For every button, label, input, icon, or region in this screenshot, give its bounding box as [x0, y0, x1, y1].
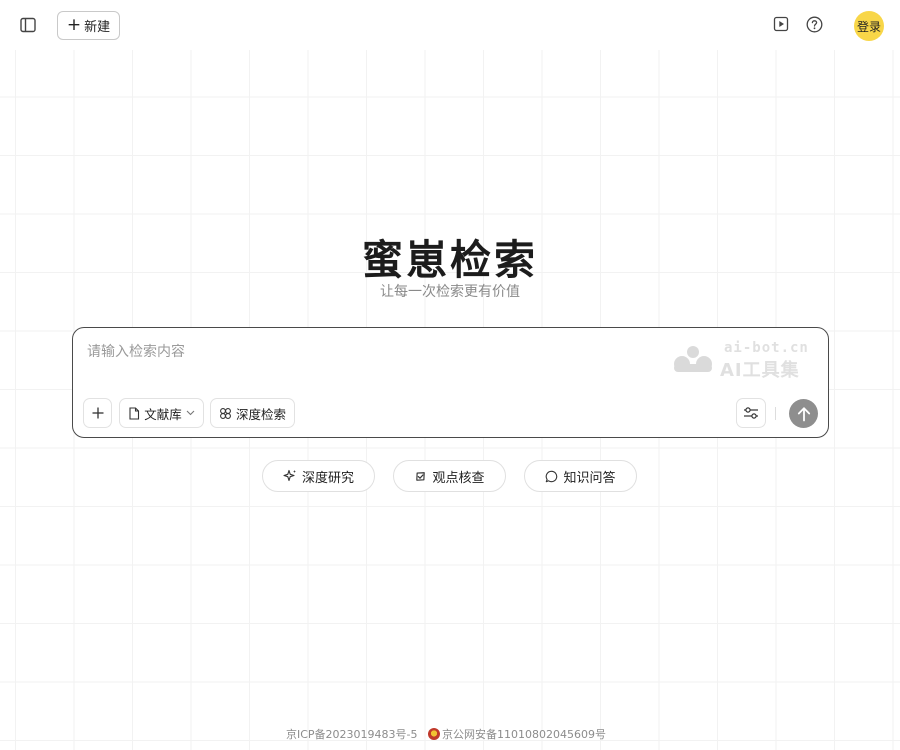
library-label: 文献库	[144, 406, 182, 422]
document-icon	[129, 406, 140, 420]
police-record-link[interactable]: 京公网安备11010802045609号	[428, 726, 606, 742]
new-button[interactable]: + 新建	[57, 11, 120, 40]
settings-button[interactable]	[736, 398, 766, 428]
login-avatar-button[interactable]: 登录	[854, 11, 884, 41]
suggestion-label: 知识问答	[563, 470, 616, 486]
sidebar-toggle-icon[interactable]	[18, 15, 38, 35]
sparkle-icon	[283, 469, 296, 482]
watermark-url: ai-bot.cn	[724, 340, 809, 356]
help-icon[interactable]	[805, 15, 823, 33]
deep-search-toggle[interactable]: 深度检索	[210, 398, 295, 428]
watermark: ai-bot.cn AI工具集	[670, 340, 820, 381]
play-video-icon[interactable]	[772, 15, 790, 33]
icp-record-link[interactable]: 京ICP备2023019483号-5	[286, 726, 418, 742]
suggestion-label: 观点核查	[432, 470, 485, 486]
deep-search-label: 深度检索	[235, 406, 286, 422]
page-subtitle: 让每一次检索更有价值	[380, 284, 520, 300]
page-title: 蜜崽检索	[362, 236, 538, 284]
attach-button[interactable]	[83, 398, 112, 428]
check-badge-icon	[416, 471, 426, 481]
top-bar: + 新建 登录	[0, 0, 900, 50]
footer: 京ICP备2023019483号-5 京公网安备11010802045609号	[0, 726, 900, 742]
suggestion-knowledge-qa[interactable]: 知识问答	[524, 460, 637, 492]
deep-search-icon	[220, 407, 231, 419]
suggestion-fact-check[interactable]: 观点核查	[393, 460, 506, 492]
arrow-up-icon	[797, 406, 810, 421]
police-badge-icon	[428, 728, 440, 740]
plus-icon: +	[66, 14, 82, 35]
chat-bubble-icon	[546, 470, 558, 482]
watermark-name: AI工具集	[720, 360, 800, 381]
search-box: ai-bot.cn AI工具集 文献库	[72, 327, 829, 438]
toolbar-divider	[775, 407, 776, 420]
chevron-down-icon	[186, 410, 195, 416]
plus-icon	[92, 407, 103, 419]
new-button-label: 新建	[84, 20, 111, 35]
search-input[interactable]	[87, 340, 667, 364]
suggestion-deep-research[interactable]: 深度研究	[262, 460, 375, 492]
library-dropdown[interactable]: 文献库	[119, 398, 204, 428]
login-label: 登录	[856, 19, 881, 34]
suggestion-label: 深度研究	[301, 470, 354, 486]
police-record-label: 京公网安备11010802045609号	[442, 728, 606, 741]
sliders-icon	[744, 407, 758, 419]
watermark-logo-icon	[674, 346, 712, 372]
send-button[interactable]	[789, 399, 818, 428]
